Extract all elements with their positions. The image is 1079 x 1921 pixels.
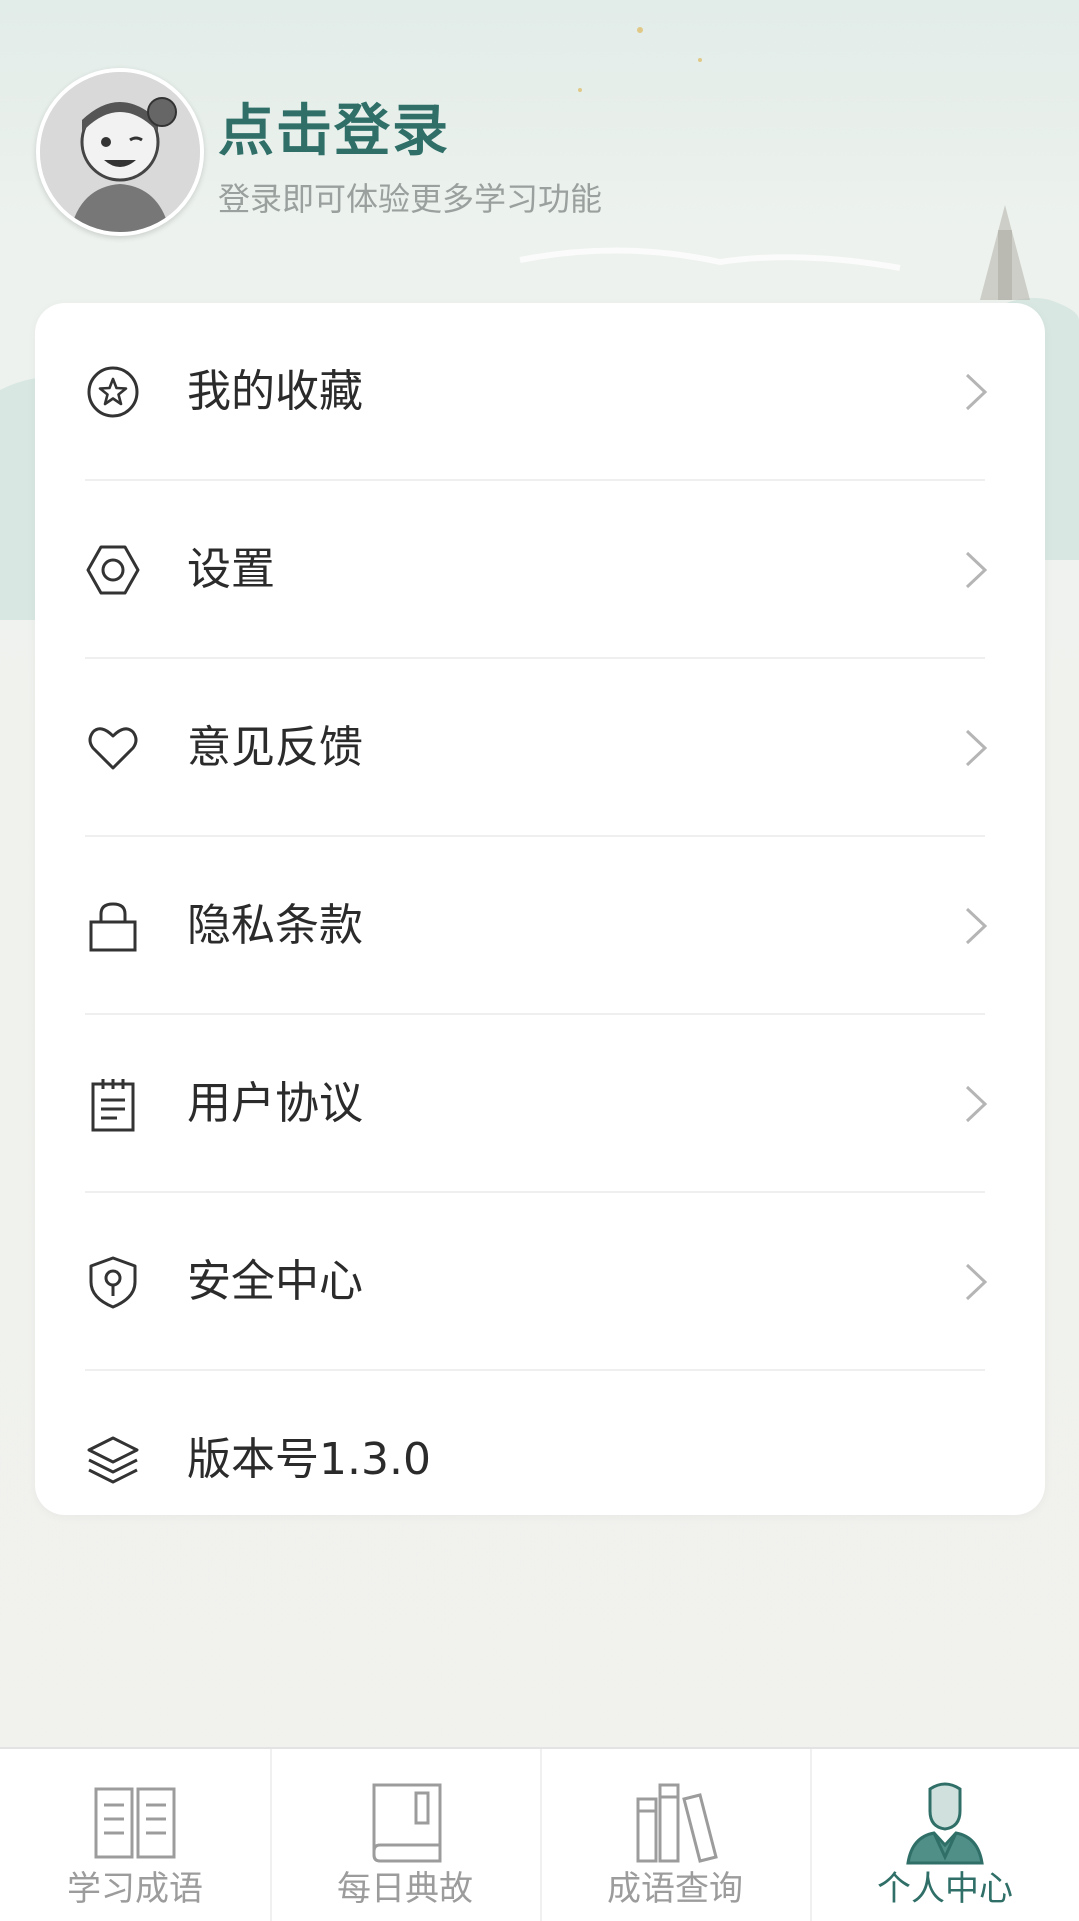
- shield-keyhole-icon: [89, 1256, 137, 1309]
- open-book-icon: [94, 1787, 176, 1859]
- menu-card: 我的收藏 设置 意见反馈 隐私条款 用户协议 安全中心 版本号1.3.0: [35, 303, 1045, 1515]
- menu-item-version: 版本号1.3.0: [35, 1371, 1045, 1549]
- chevron-right-icon: [965, 907, 988, 945]
- notepad-icon: [91, 1079, 135, 1132]
- menu-item-favorites[interactable]: 我的收藏: [35, 303, 1045, 481]
- menu-item-settings[interactable]: 设置: [35, 481, 1045, 659]
- hexagon-settings-icon: [86, 545, 140, 595]
- menu-item-label: 意见反馈: [187, 722, 363, 773]
- bottom-tab-bar: 学习成语 每日典故 成语查询 个人中心: [0, 1747, 1079, 1921]
- menu-item-label: 安全中心: [187, 1256, 363, 1307]
- chevron-right-icon: [965, 729, 988, 767]
- tab-label: 每日典故: [337, 1869, 473, 1909]
- tab-personal-center[interactable]: 个人中心: [810, 1749, 1079, 1921]
- menu-item-label: 隐私条款: [187, 900, 363, 951]
- heart-icon: [88, 727, 138, 770]
- closed-book-icon: [372, 1783, 442, 1863]
- cartoon-avatar-icon: [40, 72, 200, 232]
- menu-item-label: 我的收藏: [187, 366, 363, 417]
- lock-icon: [89, 902, 137, 952]
- tab-label: 学习成语: [67, 1869, 203, 1909]
- menu-item-security-center[interactable]: 安全中心: [35, 1193, 1045, 1371]
- tab-label: 个人中心: [877, 1869, 1013, 1909]
- menu-item-label: 用户协议: [187, 1078, 363, 1129]
- profile-header: 点击登录 登录即可体验更多学习功能: [0, 0, 1079, 300]
- chevron-right-icon: [965, 551, 988, 589]
- menu-item-feedback[interactable]: 意见反馈: [35, 659, 1045, 837]
- avatar[interactable]: [36, 68, 204, 236]
- tab-label: 成语查询: [607, 1869, 743, 1909]
- person-icon: [906, 1782, 984, 1865]
- version-label: 版本号1.3.0: [187, 1434, 431, 1485]
- login-link[interactable]: 点击登录: [218, 86, 450, 167]
- chevron-right-icon: [965, 373, 988, 411]
- tab-idiom-search[interactable]: 成语查询: [540, 1749, 810, 1921]
- layers-icon: [87, 1436, 139, 1484]
- menu-item-user-agreement[interactable]: 用户协议: [35, 1015, 1045, 1193]
- star-circle-icon: [87, 366, 139, 418]
- tab-learn-idioms[interactable]: 学习成语: [0, 1749, 270, 1921]
- menu-item-label: 设置: [187, 544, 275, 595]
- chevron-right-icon: [965, 1263, 988, 1301]
- books-shelf-icon: [636, 1783, 718, 1863]
- chevron-right-icon: [965, 1085, 988, 1123]
- menu-item-privacy[interactable]: 隐私条款: [35, 837, 1045, 1015]
- tab-daily-story[interactable]: 每日典故: [270, 1749, 540, 1921]
- login-subtitle: 登录即可体验更多学习功能: [218, 180, 603, 218]
